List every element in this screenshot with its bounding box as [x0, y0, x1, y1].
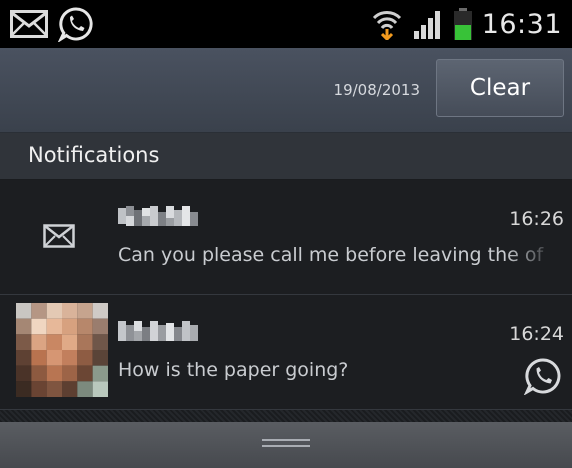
- notification-item[interactable]: 16:26 Can you please call me before leav…: [0, 180, 572, 295]
- envelope-icon: [10, 10, 48, 38]
- notification-sender: [118, 321, 202, 341]
- status-bar-right: 16:31: [372, 0, 562, 48]
- notifications-section-header: Notifications: [0, 133, 572, 179]
- wifi-icon: [372, 11, 401, 40]
- battery-icon: [453, 8, 472, 40]
- avatar: [16, 303, 108, 397]
- status-bar: 16:31: [0, 0, 572, 48]
- pixelated-avatar-image: [16, 303, 108, 397]
- pixelated-sender-name: [118, 321, 198, 341]
- notification-time: 16:24: [509, 323, 564, 345]
- signal-icon: [413, 11, 440, 39]
- notification-item[interactable]: 16:24 How is the paper going?: [0, 295, 572, 410]
- panel-drag-handle-bar[interactable]: [0, 422, 572, 468]
- envelope-icon: [43, 224, 75, 248]
- pixelated-sender-name: [118, 206, 198, 226]
- notification-panel-header: 19/08/2013 Clear: [0, 48, 572, 133]
- whatsapp-icon: [524, 358, 561, 395]
- drag-handle-icon[interactable]: [262, 439, 310, 451]
- panel-divider: [0, 410, 572, 422]
- status-bar-left: [10, 6, 94, 42]
- notification-message: Can you please call me before leaving th…: [118, 244, 544, 266]
- notification-message: How is the paper going?: [118, 359, 349, 381]
- notification-sender: [118, 206, 204, 226]
- status-clock: 16:31: [481, 8, 562, 40]
- clear-button[interactable]: Clear: [436, 59, 564, 117]
- notification-time: 16:26: [509, 208, 564, 230]
- section-title: Notifications: [28, 143, 160, 167]
- date-label: 19/08/2013: [333, 81, 420, 99]
- whatsapp-icon: [58, 7, 93, 42]
